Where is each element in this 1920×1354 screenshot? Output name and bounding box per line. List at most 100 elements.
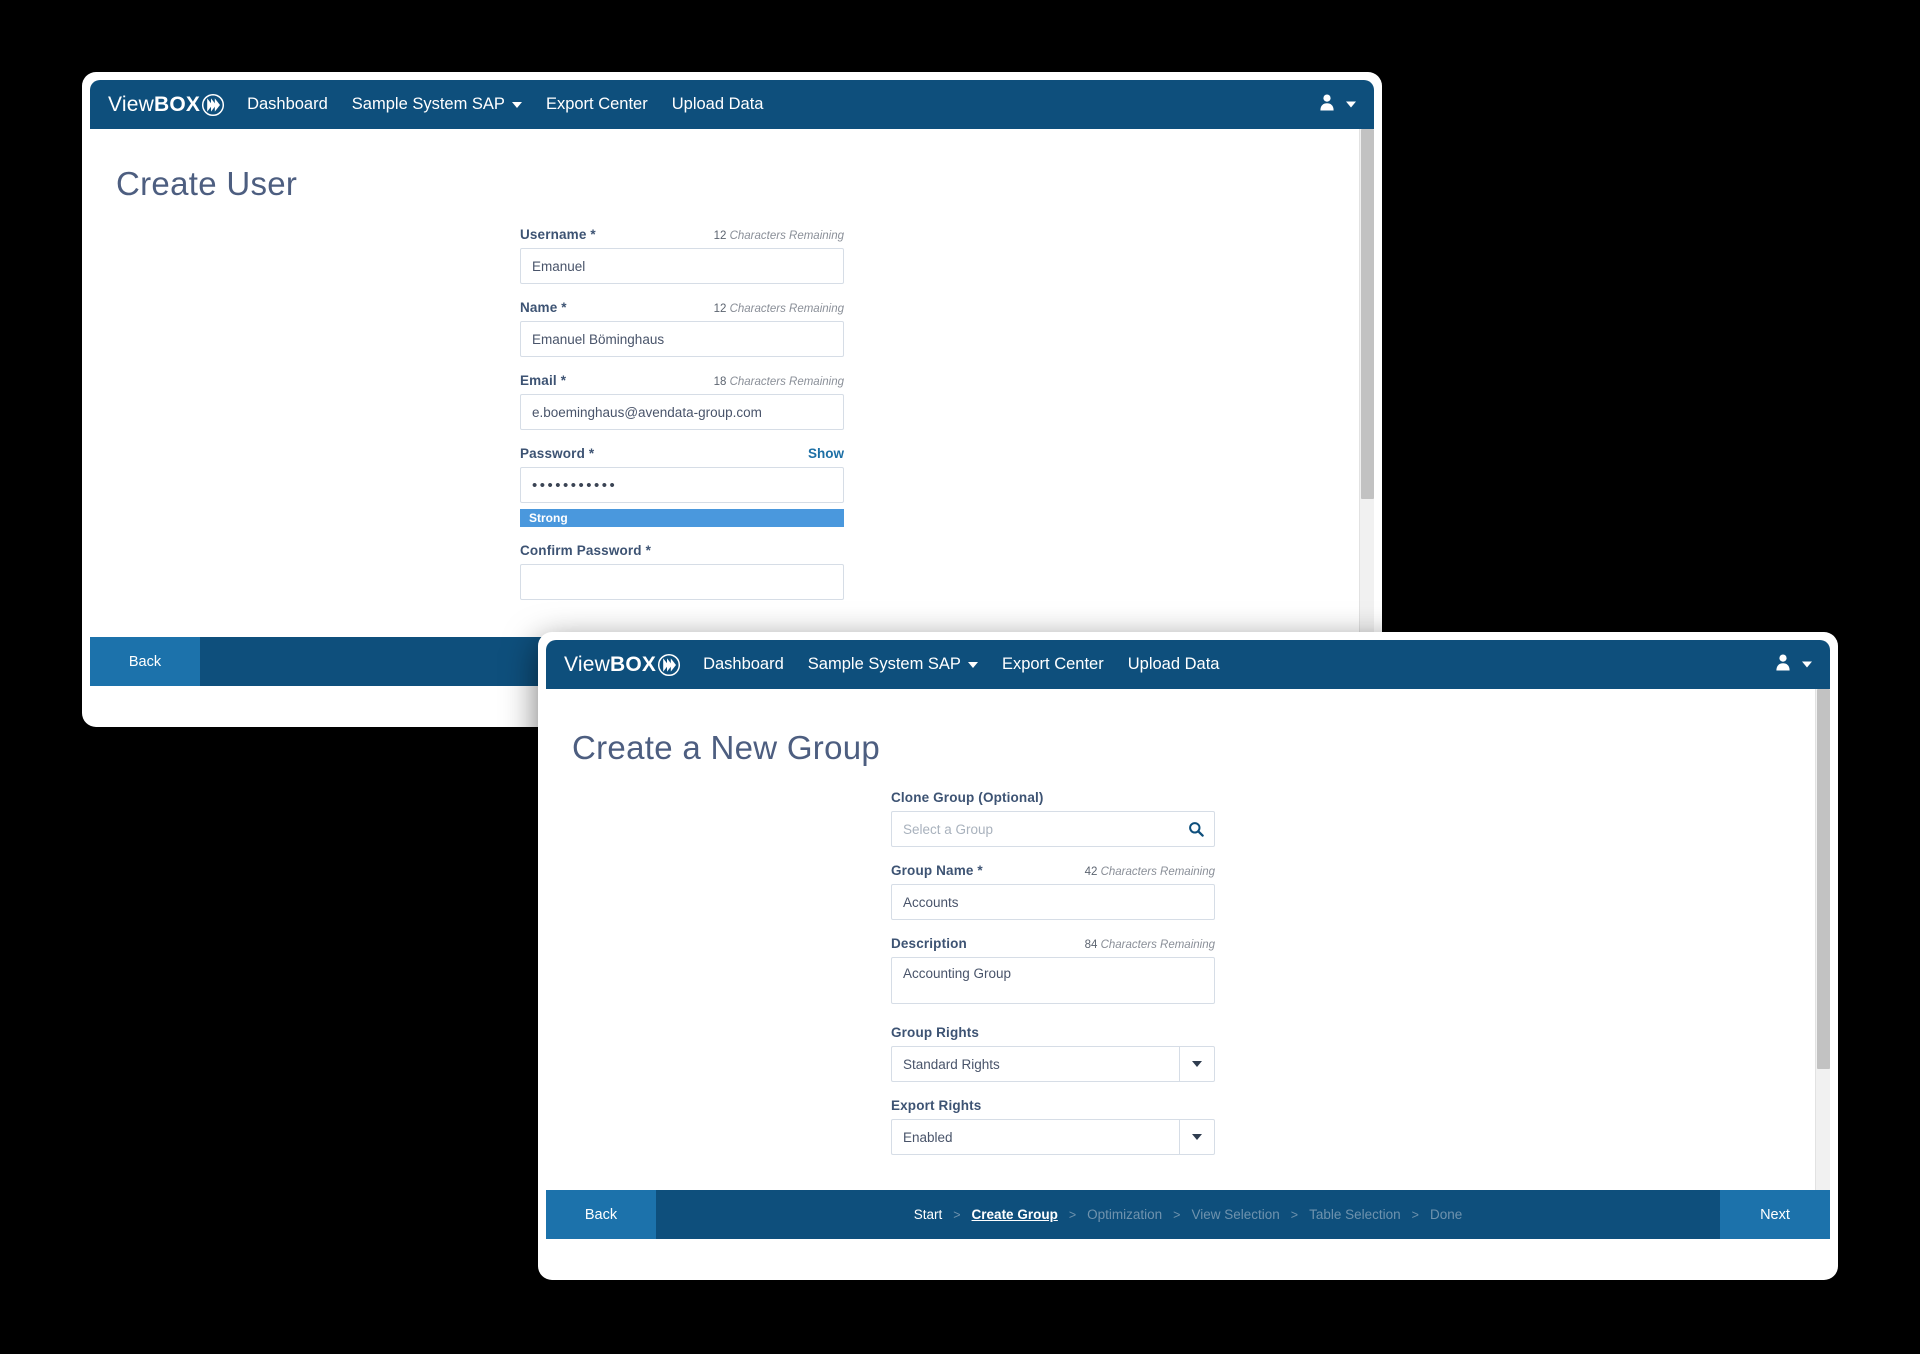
field-name: Name * 12 Characters Remaining xyxy=(520,300,844,357)
user-menu[interactable] xyxy=(1317,92,1356,117)
nav-export-center[interactable]: Export Center xyxy=(1002,655,1104,674)
field-export-rights-label: Export Rights xyxy=(891,1098,982,1113)
nav-dashboard-label: Dashboard xyxy=(703,655,784,673)
field-description: Description 84 Characters Remaining xyxy=(891,936,1215,1009)
group-rights-select[interactable]: Standard Rights xyxy=(891,1046,1215,1082)
nav-dashboard[interactable]: Dashboard xyxy=(703,655,784,674)
field-export-rights-head: Export Rights xyxy=(891,1098,1215,1113)
create-user-form: Username * 12 Characters Remaining Emanu… xyxy=(520,227,844,600)
vertical-scrollbar[interactable] xyxy=(1359,129,1374,637)
field-email: Email * 18 Characters Remaining xyxy=(520,373,844,430)
field-clone-group: Clone Group (Optional) xyxy=(891,790,1215,847)
user-menu[interactable] xyxy=(1773,652,1812,677)
field-confirm-password-head: Confirm Password * xyxy=(520,543,844,558)
nav-sample-system-sap[interactable]: Sample System SAP xyxy=(352,95,522,114)
field-name-label-text: Name xyxy=(520,300,558,315)
group-name-char-counter: 42 Characters Remaining xyxy=(1085,866,1215,878)
logo-text-box: BOX xyxy=(153,93,201,116)
field-clone-group-label: Clone Group (Optional) xyxy=(891,790,1044,805)
description-textarea[interactable] xyxy=(891,957,1215,1004)
username-input[interactable] xyxy=(520,248,844,284)
logo-text-box: BOX xyxy=(609,653,657,676)
description-char-counter: 84 Characters Remaining xyxy=(1085,939,1215,951)
export-rights-selected-value[interactable]: Enabled xyxy=(891,1119,1179,1155)
create-user-window: ViewBOX Dashboard Sample System SAP Expo… xyxy=(82,72,1382,727)
field-password-label: Password * xyxy=(520,446,594,461)
breadcrumb-separator: > xyxy=(1173,1207,1181,1222)
vertical-scrollbar-thumb[interactable] xyxy=(1361,129,1374,499)
breadcrumb-separator: > xyxy=(953,1207,961,1222)
password-input[interactable]: ••••••••••• xyxy=(520,467,844,503)
group-rights-selected-value[interactable]: Standard Rights xyxy=(891,1046,1179,1082)
create-group-content: Create a New Group Clone Group (Optional… xyxy=(546,689,1830,1190)
group-name-input[interactable] xyxy=(891,884,1215,920)
field-clone-group-head: Clone Group (Optional) xyxy=(891,790,1215,805)
vertical-scrollbar[interactable] xyxy=(1815,689,1830,1190)
email-input[interactable] xyxy=(520,394,844,430)
vertical-scrollbar-thumb[interactable] xyxy=(1817,689,1830,1069)
username-char-counter: 12 Characters Remaining xyxy=(714,230,844,242)
field-username-label: Username * xyxy=(520,227,596,242)
clone-group-search-wrap xyxy=(891,811,1215,847)
group-name-char-counter-number: 42 xyxy=(1084,866,1098,878)
logo-text: ViewBOX xyxy=(108,94,200,115)
field-password-head: Password * Show xyxy=(520,446,844,461)
next-button[interactable]: Next xyxy=(1720,1190,1830,1239)
viewbox-logo[interactable]: ViewBOX xyxy=(108,93,225,117)
create-group-form: Clone Group (Optional) Select a Group Gr… xyxy=(891,790,1215,1155)
nav-sample-system-sap[interactable]: Sample System SAP xyxy=(808,655,978,674)
description-char-counter-number: 84 xyxy=(1084,939,1098,951)
field-email-head: Email * 18 Characters Remaining xyxy=(520,373,844,388)
breadcrumb-separator: > xyxy=(1068,1207,1077,1222)
required-marker: * xyxy=(561,300,567,315)
viewbox-wave-circle-icon xyxy=(657,653,681,677)
group-rights-dropdown-button[interactable] xyxy=(1179,1046,1215,1082)
back-button[interactable]: Back xyxy=(546,1190,656,1239)
show-password-link[interactable]: Show xyxy=(808,446,844,461)
breadcrumb-step-start[interactable]: Start xyxy=(914,1207,943,1222)
nav-export-center-label: Export Center xyxy=(1001,655,1104,673)
field-confirm-password-label: Confirm Password * xyxy=(520,543,651,558)
back-button[interactable]: Back xyxy=(90,637,200,686)
breadcrumb-step-optimization[interactable]: Optimization xyxy=(1087,1207,1162,1222)
breadcrumb-step-table-selection[interactable]: Table Selection xyxy=(1309,1207,1401,1222)
logo-text: ViewBOX xyxy=(564,654,656,675)
chevron-down-icon xyxy=(1192,1061,1202,1067)
email-char-counter-text: Characters Remaining xyxy=(729,376,844,388)
export-rights-select[interactable]: Enabled xyxy=(891,1119,1215,1155)
breadcrumb-step-done[interactable]: Done xyxy=(1430,1207,1462,1222)
field-username: Username * 12 Characters Remaining xyxy=(520,227,844,284)
screenshot-stage: ViewBOX Dashboard Sample System SAP Expo… xyxy=(0,0,1920,1354)
field-group-name-head: Group Name * 42 Characters Remaining xyxy=(891,863,1215,878)
field-group-name-label-text: Group Name xyxy=(891,863,974,878)
email-char-counter-number: 18 xyxy=(713,376,727,388)
page-title: Create User xyxy=(116,165,298,202)
create-group-window-inner: ViewBOX Dashboard Sample System SAP Expo… xyxy=(546,640,1830,1272)
nav-upload-data[interactable]: Upload Data xyxy=(672,95,764,114)
name-input[interactable] xyxy=(520,321,844,357)
logo-text-view: View xyxy=(108,93,154,116)
viewbox-logo[interactable]: ViewBOX xyxy=(564,653,681,677)
group-name-char-counter-text: Characters Remaining xyxy=(1100,866,1215,878)
clone-group-input[interactable] xyxy=(891,811,1215,847)
field-group-name-label: Group Name * xyxy=(891,863,983,878)
nav-upload-data-label: Upload Data xyxy=(1127,655,1220,673)
navbar-group-window: ViewBOX Dashboard Sample System SAP Expo… xyxy=(546,640,1830,689)
user-avatar-icon xyxy=(1773,652,1793,677)
search-icon[interactable] xyxy=(1188,821,1204,837)
nav-dashboard[interactable]: Dashboard xyxy=(247,95,328,114)
nav-upload-data[interactable]: Upload Data xyxy=(1128,655,1220,674)
nav-dashboard-label: Dashboard xyxy=(247,95,328,113)
nav-export-center[interactable]: Export Center xyxy=(546,95,648,114)
name-char-counter: 12 Characters Remaining xyxy=(714,303,844,315)
field-name-head: Name * 12 Characters Remaining xyxy=(520,300,844,315)
user-avatar-icon xyxy=(1317,92,1337,117)
breadcrumb-step-create-group[interactable]: Create Group xyxy=(972,1207,1058,1222)
breadcrumb-step-view-selection[interactable]: View Selection xyxy=(1191,1207,1279,1222)
export-rights-dropdown-button[interactable] xyxy=(1179,1119,1215,1155)
confirm-password-input[interactable] xyxy=(520,564,844,600)
field-description-label: Description xyxy=(891,936,967,951)
chevron-down-icon xyxy=(1802,661,1812,668)
field-export-rights: Export Rights Enabled xyxy=(891,1098,1215,1155)
wizard-breadcrumb: Start > Create Group > Optimization > Vi… xyxy=(656,1190,1720,1239)
